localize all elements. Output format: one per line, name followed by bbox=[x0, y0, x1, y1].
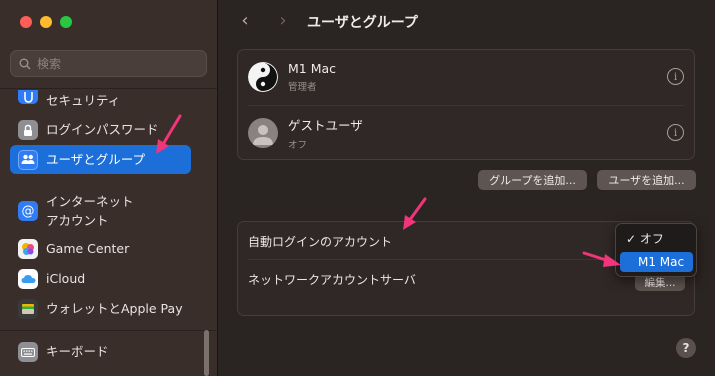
icloud-icon bbox=[18, 269, 38, 289]
minimize-window-button[interactable] bbox=[40, 16, 52, 28]
sidebar-item-wallet[interactable]: ウォレットとApple Pay bbox=[10, 298, 191, 320]
sidebar-item-internet-accounts[interactable]: @ インターネット アカウント bbox=[10, 190, 191, 232]
sidebar-item-label: ユーザとグループ bbox=[46, 151, 146, 167]
user-row-m1-mac[interactable]: M1 Mac 管理者 i bbox=[238, 51, 694, 103]
popup-option-m1-mac[interactable]: M1 Mac bbox=[620, 252, 693, 272]
sidebar-item-label: iCloud bbox=[46, 271, 86, 287]
keyboard-icon bbox=[18, 342, 38, 362]
sidebar-item-label: ウォレットとApple Pay bbox=[46, 301, 183, 317]
lock-icon bbox=[18, 120, 38, 140]
add-group-button[interactable]: グループを追加... bbox=[478, 170, 587, 190]
info-icon[interactable]: i bbox=[667, 68, 684, 85]
help-button[interactable]: ? bbox=[676, 338, 696, 358]
navigation-controls: ‹ › bbox=[235, 10, 293, 31]
search-field[interactable] bbox=[10, 50, 207, 77]
row-divider bbox=[248, 105, 684, 106]
search-icon bbox=[19, 58, 31, 69]
hand-icon bbox=[18, 90, 38, 104]
sidebar-item-label: インターネット アカウント bbox=[46, 192, 134, 231]
sidebar-item-label-line2: アカウント bbox=[46, 213, 109, 228]
main-content: ‹ › ユーザとグループ M1 Mac 管理者 i ゲストユーザ オフ i グル… bbox=[219, 0, 715, 376]
sidebar-item-icloud[interactable]: iCloud bbox=[10, 268, 191, 290]
user-row-guest[interactable]: ゲストユーザ オフ i bbox=[238, 107, 694, 159]
sidebar-item-label: セキュリティ bbox=[46, 93, 121, 109]
close-window-button[interactable] bbox=[20, 16, 32, 28]
annotation-arrow-icon bbox=[403, 197, 427, 230]
page-title: ユーザとグループ bbox=[307, 15, 418, 31]
at-icon: @ bbox=[18, 201, 38, 221]
zoom-window-button[interactable] bbox=[60, 16, 72, 28]
sidebar-scrollbar[interactable] bbox=[204, 330, 209, 376]
sidebar-item-label: キーボード bbox=[46, 344, 109, 360]
users-list: M1 Mac 管理者 i ゲストユーザ オフ i bbox=[237, 49, 695, 160]
wallet-icon bbox=[18, 299, 38, 319]
sidebar-divider bbox=[0, 330, 217, 331]
users-icon bbox=[18, 149, 38, 170]
auto-login-popup-menu: ✓ オフ M1 Mac bbox=[615, 223, 697, 277]
back-button[interactable]: ‹ bbox=[235, 10, 255, 31]
sidebar-item-game-center[interactable]: Game Center bbox=[10, 238, 191, 260]
user-role: 管理者 bbox=[288, 82, 317, 93]
search-input[interactable] bbox=[37, 56, 197, 71]
sidebar-item-label-line1: インターネット bbox=[46, 193, 134, 209]
user-name: ゲストユーザ bbox=[288, 118, 363, 133]
sidebar-item-label: Game Center bbox=[46, 241, 130, 257]
network-account-server-label: ネットワークアカウントサーバ bbox=[248, 273, 416, 287]
annotation-arrow-icon bbox=[156, 114, 182, 154]
sidebar-item-label: ログインパスワード bbox=[46, 122, 159, 138]
forward-button[interactable]: › bbox=[273, 10, 293, 31]
sidebar: セキュリティ ログインパスワード ユーザとグループ @ インターネット アカウン… bbox=[0, 0, 218, 376]
info-icon[interactable]: i bbox=[667, 124, 684, 141]
window-controls bbox=[20, 16, 72, 28]
person-icon bbox=[248, 118, 278, 148]
sidebar-item-keyboard[interactable]: キーボード bbox=[10, 341, 191, 363]
add-user-button[interactable]: ユーザを追加... bbox=[597, 170, 696, 190]
popup-option-off[interactable]: ✓ オフ bbox=[620, 228, 693, 248]
sidebar-item-security[interactable]: セキュリティ bbox=[10, 88, 191, 114]
user-name: M1 Mac bbox=[288, 61, 337, 76]
yin-yang-icon bbox=[248, 62, 278, 92]
game-center-icon bbox=[18, 239, 38, 259]
annotation-arrow-icon bbox=[582, 251, 621, 267]
auto-login-label: 自動ログインのアカウント bbox=[248, 235, 393, 249]
user-role: オフ bbox=[288, 140, 308, 151]
